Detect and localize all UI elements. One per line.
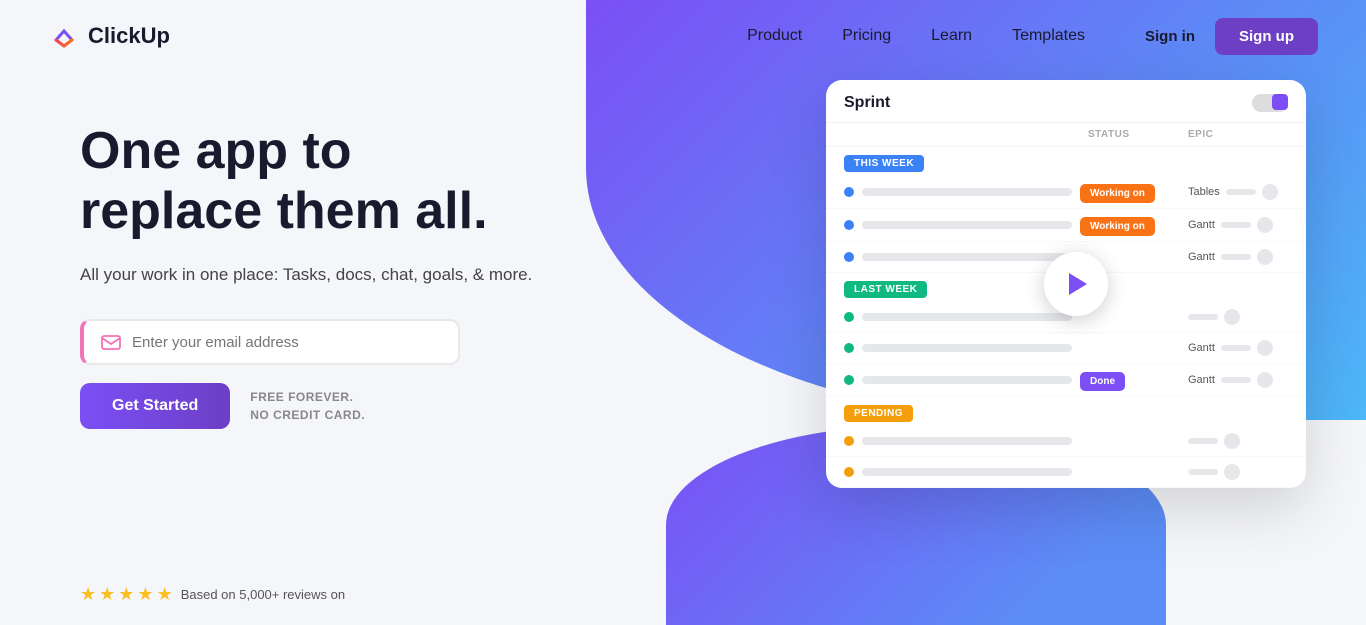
dashboard-container: Sprint STATUS EPIC THIS WEEK Working on … (826, 80, 1326, 488)
task-dot (844, 312, 854, 322)
email-input[interactable] (132, 334, 442, 351)
star-rating: ★ ★ ★ ★ ★ (80, 584, 173, 605)
row-circle (1257, 217, 1273, 233)
row-circle (1224, 433, 1240, 449)
play-icon (1069, 273, 1087, 295)
nav-templates[interactable]: Templates (1012, 27, 1085, 45)
signup-button[interactable]: Sign up (1215, 18, 1318, 55)
nav-learn[interactable]: Learn (931, 27, 972, 45)
row-circle (1224, 309, 1240, 325)
hero-subtitle: All your work in one place: Tasks, docs,… (80, 262, 580, 288)
task-bar (862, 376, 1072, 384)
task-dot (844, 220, 854, 230)
epic-text: Gantt (1188, 374, 1215, 386)
star-3: ★ (118, 584, 134, 605)
reviews-section: ★ ★ ★ ★ ★ Based on 5,000+ reviews on (80, 584, 345, 605)
status-badge: Working on (1080, 184, 1155, 203)
logo-icon (48, 20, 80, 52)
nav-links: Product Pricing Learn Templates (747, 27, 1085, 45)
row-circle (1262, 184, 1278, 200)
epic-text: Gantt (1188, 219, 1215, 231)
email-form (80, 319, 460, 365)
star-4: ★ (137, 584, 153, 605)
row-circle (1257, 372, 1273, 388)
hero-title: One app to replace them all. (80, 122, 580, 242)
this-week-badge: THIS WEEK (844, 155, 924, 172)
review-text: Based on 5,000+ reviews on (181, 587, 345, 602)
row-circle (1257, 249, 1273, 265)
epic-bar (1188, 469, 1218, 475)
task-bar (862, 313, 1072, 321)
task-bar (862, 221, 1072, 229)
navbar: ClickUp Product Pricing Learn Templates … (0, 0, 1366, 72)
task-bar (862, 344, 1072, 352)
col-name-header (844, 129, 1088, 140)
epic-bar (1221, 254, 1251, 260)
nav-product[interactable]: Product (747, 27, 802, 45)
status-badge: Done (1080, 372, 1125, 391)
star-2: ★ (99, 584, 115, 605)
task-row (826, 426, 1306, 457)
task-row: Working on Tables (826, 176, 1306, 209)
epic-bar (1188, 438, 1218, 444)
epic-bar (1221, 222, 1251, 228)
cta-row: Get Started FREE FOREVER. NO CREDIT CARD… (80, 383, 580, 429)
task-dot (844, 467, 854, 477)
task-bar (862, 437, 1072, 445)
row-circle (1224, 464, 1240, 480)
email-icon (100, 331, 122, 353)
hero-title-line1: One app to (80, 122, 352, 180)
dashboard-mockup: Sprint STATUS EPIC THIS WEEK Working on … (826, 80, 1326, 488)
toggle-dot (1272, 94, 1288, 110)
task-row: Done Gantt (826, 364, 1306, 397)
epic-bar (1188, 314, 1218, 320)
dashboard-title: Sprint (844, 94, 890, 112)
epic-bar (1221, 345, 1251, 351)
epic-bar (1221, 377, 1251, 383)
column-headers: STATUS EPIC (826, 123, 1306, 147)
pending-badge: PENDING (844, 405, 913, 422)
signin-button[interactable]: Sign in (1145, 28, 1195, 45)
nav-pricing[interactable]: Pricing (842, 27, 891, 45)
col-status-header: STATUS (1088, 129, 1188, 140)
task-dot (844, 343, 854, 353)
task-dot (844, 436, 854, 446)
row-circle (1257, 340, 1273, 356)
task-row: Gantt (826, 333, 1306, 364)
epic-text: Gantt (1188, 342, 1215, 354)
task-bar (862, 253, 1072, 261)
task-bar (862, 468, 1072, 476)
dashboard-toggle[interactable] (1252, 94, 1288, 112)
star-1: ★ (80, 584, 96, 605)
toggle-bar (1252, 94, 1288, 112)
logo[interactable]: ClickUp (48, 20, 170, 52)
get-started-button[interactable]: Get Started (80, 383, 230, 429)
last-week-badge: LAST WEEK (844, 281, 927, 298)
hero-title-line2: replace them all. (80, 182, 488, 240)
epic-text: Tables (1188, 186, 1220, 198)
epic-bar (1226, 189, 1256, 195)
star-5: ★ (157, 584, 173, 605)
task-row (826, 457, 1306, 488)
logo-text: ClickUp (88, 23, 170, 49)
hero-left: One app to replace them all. All your wo… (80, 102, 580, 429)
status-badge: Working on (1080, 217, 1155, 236)
nav-actions: Sign in Sign up (1145, 18, 1318, 55)
free-forever-text: FREE FOREVER. NO CREDIT CARD. (250, 388, 365, 424)
task-dot (844, 252, 854, 262)
dashboard-header: Sprint (826, 80, 1306, 123)
task-bar (862, 188, 1072, 196)
epic-text: Gantt (1188, 251, 1215, 263)
task-dot (844, 187, 854, 197)
task-row: Working on Gantt (826, 209, 1306, 242)
col-epic-header: EPIC (1188, 129, 1288, 140)
play-button[interactable] (1044, 252, 1108, 316)
task-dot (844, 375, 854, 385)
